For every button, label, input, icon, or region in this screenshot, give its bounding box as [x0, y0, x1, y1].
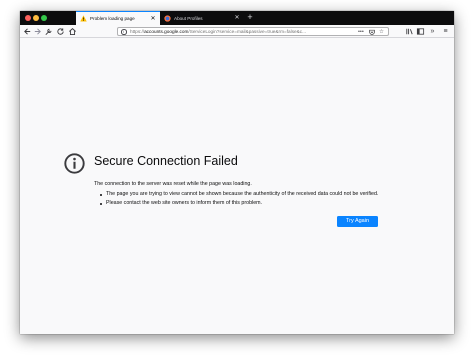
- tab-about-profiles[interactable]: About Profiles ✕: [160, 11, 244, 25]
- library-icon[interactable]: [405, 27, 414, 36]
- pocket-icon[interactable]: [369, 28, 375, 36]
- tab-title: Problem loading page: [90, 16, 135, 21]
- customize-icon[interactable]: [44, 27, 53, 36]
- browser-window: Problem loading page ✕ About Profiles ✕ …: [20, 11, 454, 334]
- reload-icon[interactable]: [56, 27, 65, 36]
- overflow-icon[interactable]: »: [428, 27, 437, 36]
- page-actions-icon[interactable]: •••: [358, 28, 364, 36]
- try-again-button[interactable]: Try Again: [337, 216, 378, 227]
- tab-close-icon[interactable]: ✕: [149, 16, 157, 22]
- bookmark-star-icon[interactable]: ☆: [379, 28, 384, 36]
- tab-strip: Problem loading page ✕ About Profiles ✕ …: [20, 11, 454, 25]
- menu-icon[interactable]: ≡: [441, 27, 450, 36]
- url-text: https://accounts.google.com/ServiceLogin…: [130, 28, 307, 34]
- window-close-button[interactable]: [25, 15, 31, 21]
- window-maximize-button[interactable]: [41, 15, 47, 21]
- home-icon[interactable]: [68, 27, 77, 36]
- page-title: Secure Connection Failed: [94, 154, 238, 168]
- list-item: The page you are trying to view cannot b…: [100, 191, 385, 198]
- tab-problem-loading[interactable]: Problem loading page ✕: [76, 11, 160, 25]
- forward-icon[interactable]: [33, 27, 42, 36]
- info-icon: [64, 153, 85, 174]
- new-tab-button[interactable]: +: [245, 11, 255, 25]
- tab-title: About Profiles: [174, 15, 203, 21]
- firefox-icon: [164, 14, 171, 22]
- warning-icon: [80, 15, 87, 22]
- tab-close-icon[interactable]: ✕: [233, 15, 241, 21]
- sidebar-icon[interactable]: [416, 27, 425, 36]
- error-description: The connection to the server was reset w…: [94, 181, 252, 187]
- url-bar[interactable]: i https://accounts.google.com/ServiceLog…: [117, 26, 389, 36]
- list-item: Please contact the web site owners to in…: [100, 200, 385, 207]
- back-icon[interactable]: [23, 27, 32, 36]
- error-details-list: The page you are trying to view cannot b…: [100, 191, 385, 209]
- error-page: Secure Connection Failed The connection …: [20, 38, 454, 334]
- window-minimize-button[interactable]: [33, 15, 39, 21]
- navigation-toolbar: i https://accounts.google.com/ServiceLog…: [20, 25, 454, 38]
- site-info-icon[interactable]: i: [121, 29, 127, 35]
